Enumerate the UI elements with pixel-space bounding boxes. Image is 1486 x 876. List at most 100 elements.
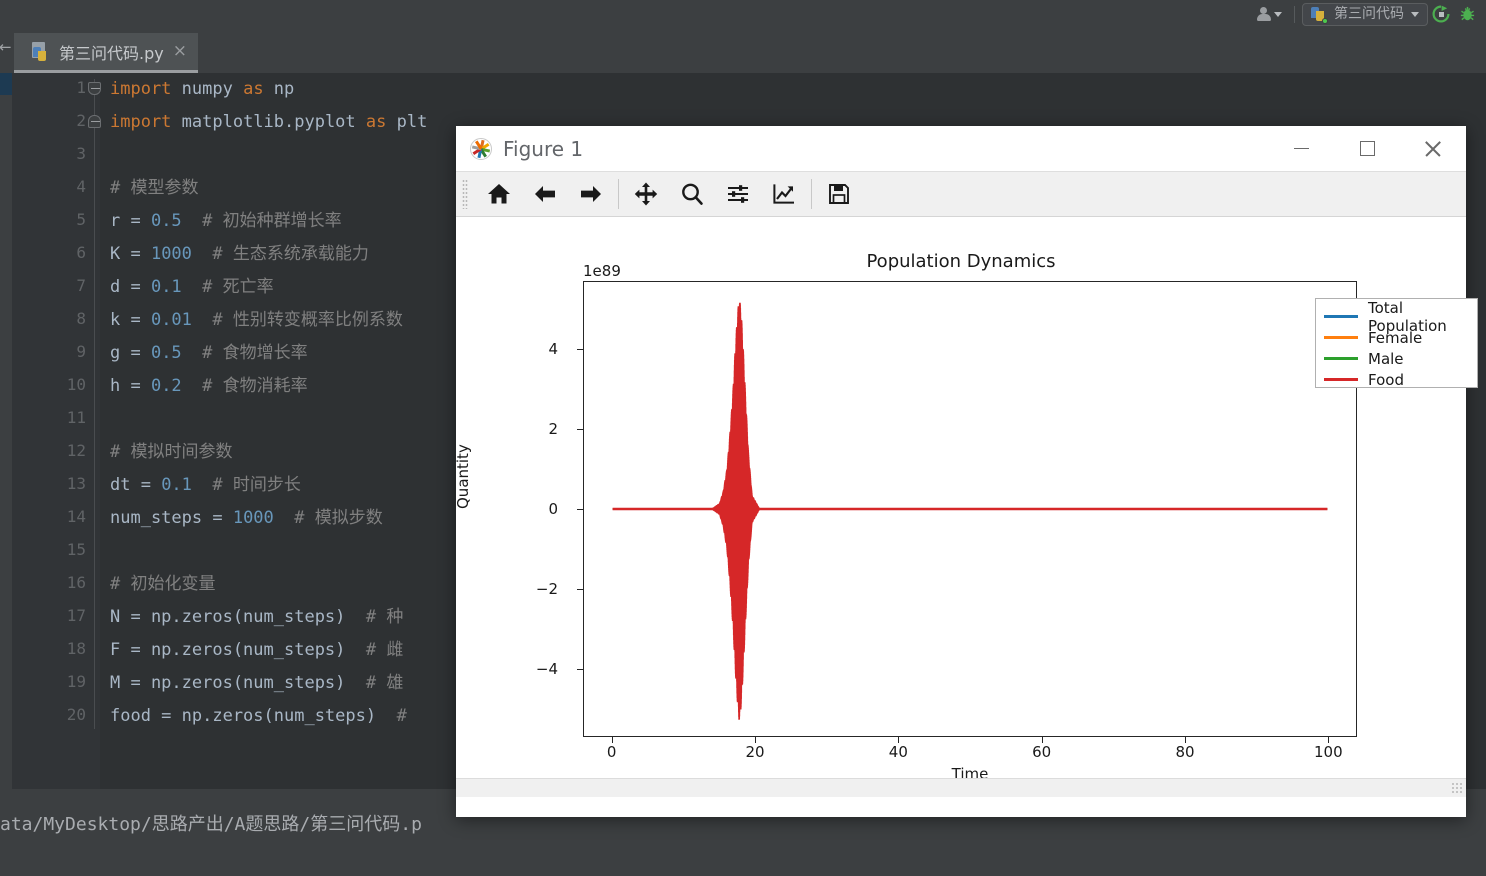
fold-handle-open-icon[interactable]: [88, 82, 101, 95]
run-configuration-selector[interactable]: 第三问代码: [1302, 2, 1428, 26]
ide-toolbar: 第三问代码: [0, 0, 1486, 28]
matplotlib-logo-icon: [470, 137, 492, 160]
code-line[interactable]: import matplotlib.pyplot as plt: [110, 111, 427, 133]
pan-button[interactable]: [623, 172, 669, 216]
line-number: 8: [76, 309, 86, 328]
code-line[interactable]: h = 0.2 # 食物消耗率: [110, 375, 308, 397]
figure-canvas[interactable]: Population Dynamics 1e89 −4 −2 0 2 4 0 20 40 60 8…: [454, 217, 1478, 797]
y-axis-tick-label: 0: [548, 500, 558, 518]
zoom-button[interactable]: [669, 172, 715, 216]
code-line[interactable]: N = np.zeros(num_steps) # 种: [110, 606, 403, 628]
toolbar-divider: [1294, 5, 1295, 23]
maximize-button[interactable]: [1334, 126, 1400, 171]
editor-tab-strip: ← 第三问代码.py ×: [0, 28, 1486, 73]
line-number: 17: [66, 606, 86, 625]
chart-legend: Total Population Female Male Food: [1315, 298, 1478, 390]
legend-item: Food: [1316, 369, 1477, 390]
tab-scroll-left-icon[interactable]: ←: [0, 40, 12, 55]
code-line[interactable]: r = 0.5 # 初始种群增长率: [110, 210, 342, 232]
line-number-gutter: 1 2 3 4 5 6 7 8 9 10 11 12 13 14 15 16 17 18 19 20: [12, 73, 100, 789]
toolbar-drag-grip[interactable]: [462, 179, 468, 209]
line-number: 5: [76, 210, 86, 229]
forward-arrow-icon: [581, 186, 601, 202]
line-number: 2: [76, 111, 86, 130]
line-number: 15: [66, 540, 86, 559]
figure-status-bar: [456, 778, 1466, 797]
series-path: [708, 302, 763, 720]
debug-bug-icon: [1460, 6, 1475, 21]
x-axis-tick-label: 20: [745, 743, 765, 761]
home-button[interactable]: [476, 172, 522, 216]
code-line[interactable]: # 模型参数: [110, 177, 198, 199]
account-button[interactable]: [1251, 2, 1287, 26]
code-line[interactable]: # 初始化变量: [110, 573, 215, 595]
window-resize-grip[interactable]: [1451, 782, 1463, 794]
save-button[interactable]: [816, 172, 862, 216]
editor-tab-active[interactable]: 第三问代码.py ×: [14, 33, 198, 73]
x-axis-tick-label: 40: [888, 743, 908, 761]
code-line[interactable]: g = 0.5 # 食物增长率: [110, 342, 308, 364]
matplotlib-figure-window[interactable]: Figure 1 Population Dynamics 1e89 −4 −2 …: [454, 126, 1478, 817]
back-arrow-icon: [535, 186, 555, 202]
edit-axis-button[interactable]: [761, 172, 807, 216]
toolbar-divider: [811, 179, 812, 209]
line-number: 9: [76, 342, 86, 361]
zoom-magnifier-icon: [682, 183, 703, 205]
legend-color-swatch: [1324, 357, 1358, 360]
python-config-icon: [1310, 6, 1328, 24]
home-icon: [488, 184, 510, 204]
marker-strip: [0, 73, 12, 789]
x-axis-tick-label: 0: [606, 743, 617, 761]
forward-button[interactable]: [568, 172, 614, 216]
code-line[interactable]: k = 0.01 # 性别转变概率比例系数: [110, 309, 403, 331]
pan-move-icon: [634, 182, 658, 206]
chevron-down-icon: [1411, 11, 1419, 17]
changed-line-marker: [0, 73, 12, 95]
back-button[interactable]: [522, 172, 568, 216]
edit-axis-curve-icon: [773, 184, 794, 204]
python-file-icon: [32, 41, 52, 62]
code-line[interactable]: K = 1000 # 生态系统承载能力: [110, 243, 369, 265]
line-number: 1: [76, 78, 86, 97]
user-avatar-icon: [1256, 7, 1271, 21]
legend-color-swatch: [1324, 315, 1358, 318]
code-line[interactable]: dt = 0.1 # 时间步长: [110, 474, 301, 496]
figure-title-bar[interactable]: Figure 1: [456, 126, 1466, 171]
x-axis-tick-label: 100: [1314, 743, 1343, 761]
line-number: 16: [66, 573, 86, 592]
line-number: 11: [66, 408, 86, 427]
rerun-button[interactable]: [1428, 2, 1454, 26]
line-number: 20: [66, 705, 86, 724]
legend-item: Male: [1316, 348, 1477, 369]
line-number: 12: [66, 441, 86, 460]
chevron-down-icon: [1274, 11, 1282, 17]
close-button[interactable]: [1400, 126, 1466, 171]
line-number: 6: [76, 243, 86, 262]
y-axis-label: Quantity: [454, 444, 472, 509]
line-number: 19: [66, 672, 86, 691]
plot-axes-area: Total Population Female Male Food: [583, 281, 1478, 737]
code-line[interactable]: F = np.zeros(num_steps) # 雌: [110, 639, 403, 661]
minimize-button[interactable]: [1268, 126, 1334, 171]
code-folding-column[interactable]: [88, 73, 102, 789]
code-line[interactable]: # 模拟时间参数: [110, 441, 232, 463]
save-floppy-icon: [829, 184, 849, 204]
code-line[interactable]: import numpy as np: [110, 78, 294, 100]
legend-label: Male: [1368, 349, 1404, 368]
line-number: 4: [76, 177, 86, 196]
screen: 第三问代码 ← 第三问代码.py × 1 2 3 4 5 6 7 8 9 10 …: [0, 0, 1486, 876]
x-axis-tick-label: 60: [1032, 743, 1052, 761]
debug-button[interactable]: [1454, 2, 1480, 26]
fold-handle-close-icon[interactable]: [88, 115, 101, 128]
code-line[interactable]: M = np.zeros(num_steps) # 雄: [110, 672, 403, 694]
maximize-icon: [1359, 141, 1375, 156]
close-icon[interactable]: ×: [171, 43, 189, 60]
configure-subplots-button[interactable]: [715, 172, 761, 216]
code-line[interactable]: d = 0.1 # 死亡率: [110, 276, 274, 298]
code-line[interactable]: food = np.zeros(num_steps) #: [110, 705, 407, 727]
line-number: 10: [66, 375, 86, 394]
line-number: 18: [66, 639, 86, 658]
line-number: 3: [76, 144, 86, 163]
code-line[interactable]: num_steps = 1000 # 模拟步数: [110, 507, 383, 529]
minimize-icon: [1293, 147, 1309, 150]
